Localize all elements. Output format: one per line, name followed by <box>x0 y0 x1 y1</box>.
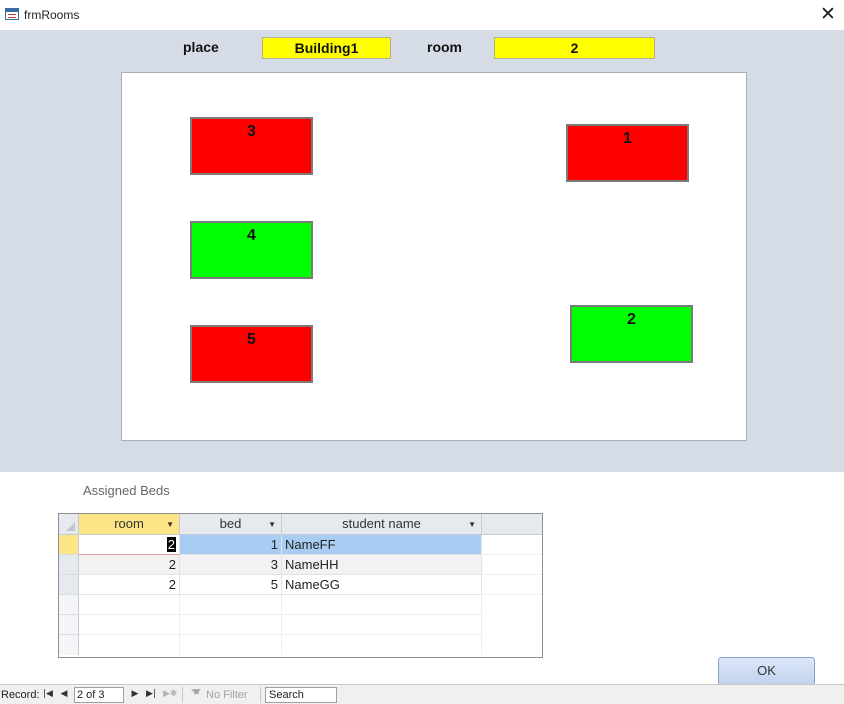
assigned-beds-label: Assigned Beds <box>83 483 170 498</box>
title-bar: frmRooms ✕ <box>0 0 844 30</box>
table-cell-student-name[interactable]: NameFF <box>282 535 482 555</box>
chevron-down-icon[interactable]: ▼ <box>468 515 476 535</box>
form-header: place Building1 room 2 3 1 4 5 2 <box>0 30 844 472</box>
bed-box-3[interactable]: 3 <box>190 117 313 175</box>
room-field[interactable]: 2 <box>494 37 655 59</box>
nav-divider <box>182 687 183 703</box>
previous-record-icon[interactable]: ◀ <box>58 688 70 701</box>
bed-box-5[interactable]: 5 <box>190 325 313 383</box>
close-button[interactable]: ✕ <box>816 4 840 26</box>
record-label: Record: <box>1 689 40 701</box>
table-cell-room[interactable]: 2 <box>79 575 180 595</box>
no-filter-label: No Filter <box>206 689 248 701</box>
table-cell-empty <box>180 595 282 615</box>
place-label: place <box>183 39 219 55</box>
table-cell-empty <box>180 615 282 635</box>
search-input[interactable] <box>265 687 337 703</box>
ok-button[interactable]: OK <box>718 657 815 685</box>
filter-off-icon <box>190 687 203 700</box>
table-cell-empty <box>180 635 282 655</box>
table-cell-empty <box>282 595 482 615</box>
place-field[interactable]: Building1 <box>262 37 391 59</box>
form-icon <box>5 8 19 20</box>
table-cell-student-name[interactable]: NameHH <box>282 555 482 575</box>
bed-box-2[interactable]: 2 <box>570 305 693 363</box>
last-record-icon[interactable]: ▶| <box>145 688 157 701</box>
room-layout-canvas: 3 1 4 5 2 <box>121 72 747 441</box>
row-selector[interactable] <box>59 555 79 575</box>
next-record-icon[interactable]: ▶ <box>129 688 141 701</box>
column-header-room-label: room <box>114 516 144 531</box>
window-title: frmRooms <box>24 8 80 22</box>
row-selector[interactable] <box>59 535 79 555</box>
chevron-down-icon[interactable]: ▼ <box>166 515 174 535</box>
column-header-bed[interactable]: bed ▼ <box>180 514 282 535</box>
table-cell-empty <box>79 615 180 635</box>
column-header-bed-label: bed <box>219 516 242 531</box>
new-record-icon[interactable]: ▶✱ <box>163 688 177 701</box>
row-selector <box>59 615 79 635</box>
table-cell-empty <box>282 615 482 635</box>
record-position-field[interactable]: 2 of 3 <box>74 687 124 703</box>
table-cell-empty <box>482 555 542 575</box>
room-label: room <box>427 39 462 55</box>
table-cell-bed[interactable]: 5 <box>180 575 282 595</box>
column-header-new <box>482 514 542 535</box>
table-cell-bed[interactable]: 1 <box>180 535 282 555</box>
table-cell-empty <box>79 595 180 615</box>
column-header-room[interactable]: room ▼ <box>79 514 180 535</box>
table-cell-bed[interactable]: 3 <box>180 555 282 575</box>
cell-value: 2 <box>166 537 176 552</box>
row-selector <box>59 635 79 655</box>
assigned-beds-datasheet: room ▼ bed ▼ student name ▼ 2 1 NameFF 2 3 … <box>58 513 543 658</box>
table-cell-empty <box>282 635 482 655</box>
table-cell-empty <box>79 635 180 655</box>
chevron-down-icon[interactable]: ▼ <box>268 515 276 535</box>
row-selector[interactable] <box>59 575 79 595</box>
table-cell-room[interactable]: 2 <box>79 535 180 555</box>
nav-divider <box>260 687 261 703</box>
table-cell-student-name[interactable]: NameGG <box>282 575 482 595</box>
table-cell-empty <box>482 575 542 595</box>
first-record-icon[interactable]: |◀ <box>42 688 54 701</box>
record-navigation-bar: Record: |◀ ◀ 2 of 3 ▶ ▶| ▶✱ No Filter <box>0 684 844 704</box>
select-all-corner[interactable] <box>59 514 79 535</box>
no-filter-button[interactable]: No Filter <box>190 687 248 701</box>
row-selector <box>59 595 79 615</box>
table-cell-empty <box>482 535 542 555</box>
column-header-student-name-label: student name <box>342 516 421 531</box>
column-header-student-name[interactable]: student name ▼ <box>282 514 482 535</box>
bed-box-1[interactable]: 1 <box>566 124 689 182</box>
bed-box-4[interactable]: 4 <box>190 221 313 279</box>
table-cell-room[interactable]: 2 <box>79 555 180 575</box>
